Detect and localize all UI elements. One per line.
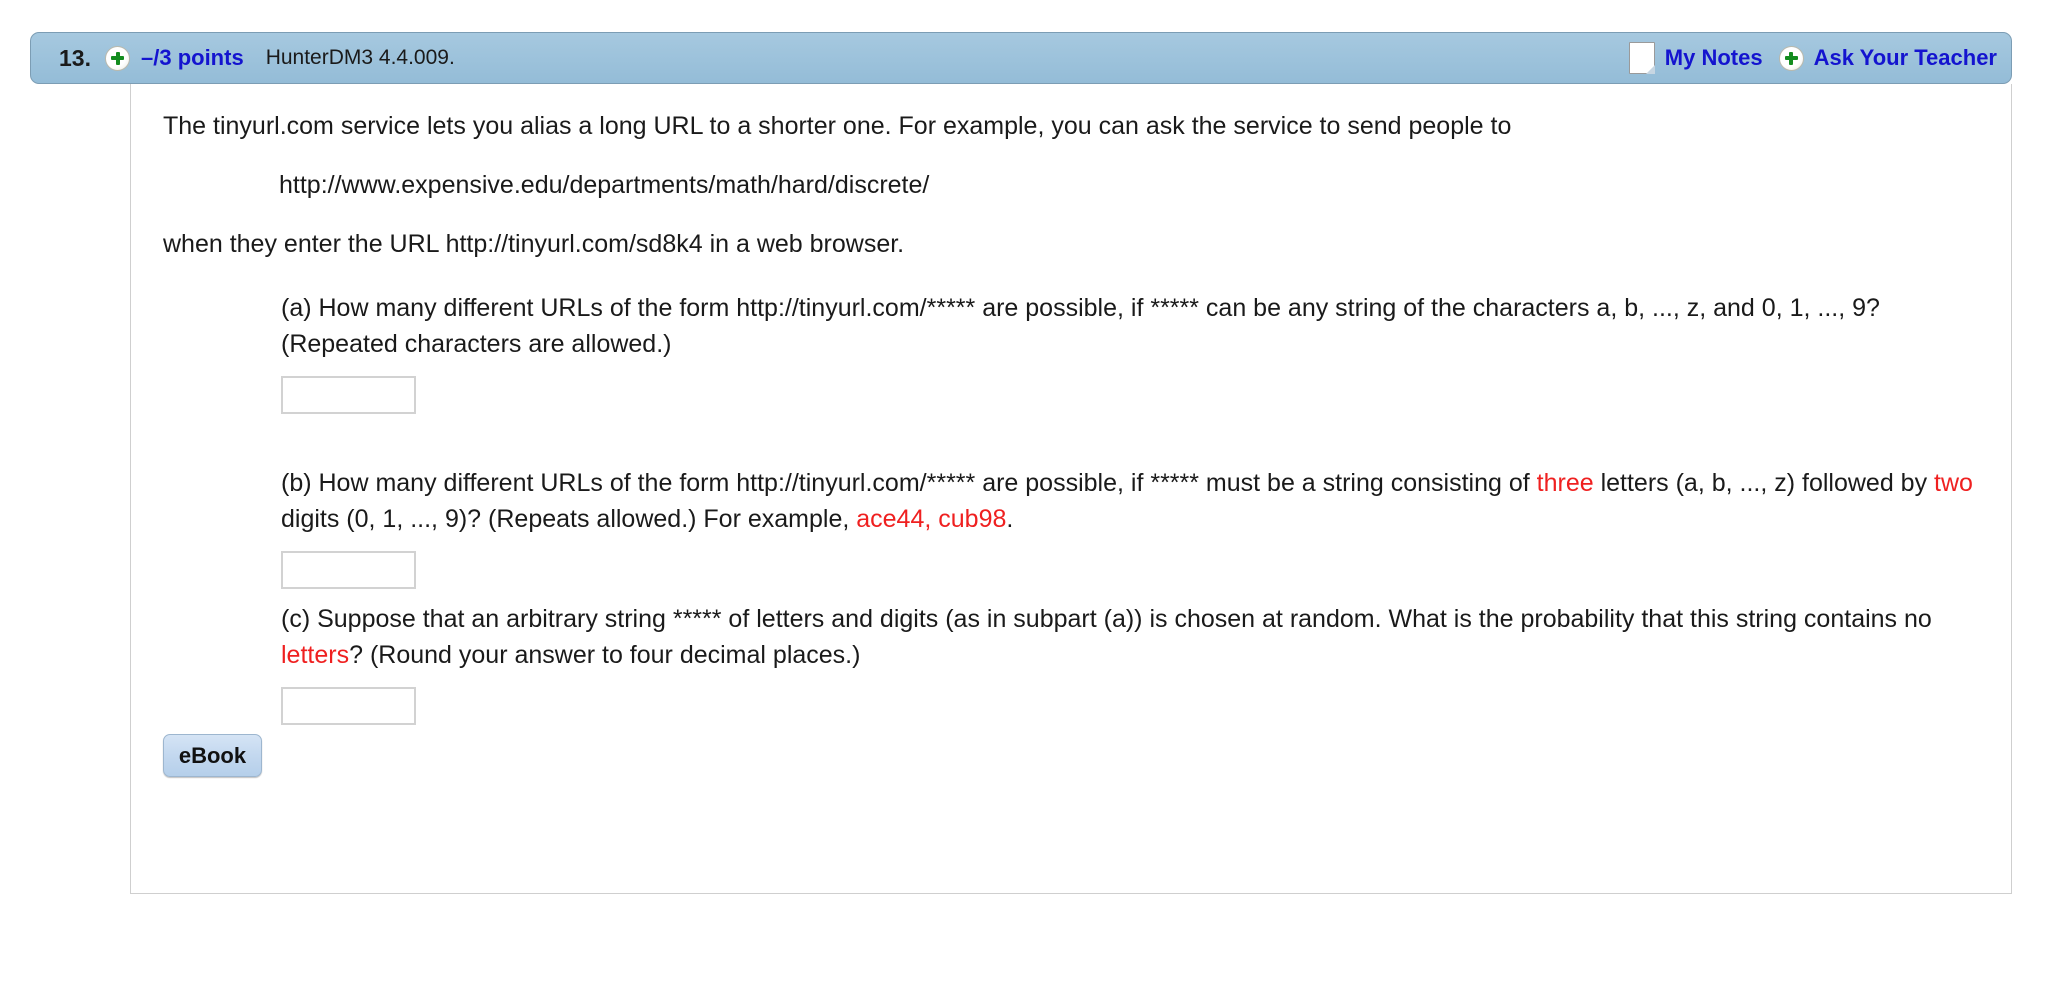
my-notes-label: My Notes [1664, 45, 1763, 70]
question-header-left: 13. –/3 points HunterDM3 4.4.009. [31, 45, 455, 72]
ask-your-teacher-label: Ask Your Teacher [1813, 45, 1997, 70]
part-c-seg-2: ? (Round your answer to four decimal pla… [349, 640, 861, 669]
question-number: 13. [59, 44, 91, 71]
part-b-highlight-examples: ace44, cub98 [856, 504, 1007, 533]
part-b-highlight-three: three [1536, 469, 1594, 497]
question-header-actions: My Notes Ask Your Teacher [1628, 42, 1997, 74]
ebook-button[interactable]: eBook [163, 734, 262, 777]
part-a: (a) How many different URLs of the form … [281, 291, 1981, 414]
part-b-text: (b) How many different URLs of the form … [281, 466, 1981, 537]
part-b: (b) How many different URLs of the form … [281, 466, 1981, 589]
question-header-bar: 13. –/3 points HunterDM3 4.4.009. My Not… [30, 32, 2012, 84]
plus-circle-icon[interactable] [105, 45, 130, 71]
note-page-icon [1628, 42, 1655, 74]
part-a-text: (a) How many different URLs of the form … [281, 294, 1880, 358]
part-b-answer-input[interactable] [281, 551, 416, 589]
my-notes-button[interactable]: My Notes [1628, 42, 1763, 74]
stem-example-url: http://www.expensive.edu/departments/mat… [279, 171, 930, 199]
part-b-seg-3: digits (0, 1, ..., 9)? (Repeats allowed.… [281, 504, 857, 533]
part-a-answer-input[interactable] [281, 376, 416, 414]
plus-circle-icon [1778, 45, 1804, 71]
part-c-text: (c) Suppose that an arbitrary string ***… [281, 602, 1981, 673]
part-b-seg-4: . [1006, 504, 1014, 533]
part-b-highlight-two: two [1934, 469, 1973, 497]
stem-intro-text: The tinyurl.com service lets you alias a… [163, 112, 1512, 140]
stem-closing-text: when they enter the URL http://tinyurl.c… [163, 230, 905, 258]
part-b-seg-2: letters (a, b, ..., z) followed by [1593, 469, 1935, 497]
question-body-panel: The tinyurl.com service lets you alias a… [130, 84, 2012, 894]
part-c-seg-1: (c) Suppose that an arbitrary string ***… [281, 605, 1932, 633]
points-label: –/3 points [141, 45, 244, 70]
question-container: 13. –/3 points HunterDM3 4.4.009. My Not… [0, 0, 2046, 1001]
part-c: (c) Suppose that an arbitrary string ***… [281, 602, 1981, 725]
question-code: HunterDM3 4.4.009. [265, 46, 455, 69]
part-c-answer-input[interactable] [281, 687, 416, 725]
ask-your-teacher-button[interactable]: Ask Your Teacher [1778, 45, 1997, 71]
part-c-highlight-letters: letters [281, 640, 350, 669]
part-b-seg-1: (b) How many different URLs of the form … [281, 469, 1537, 497]
